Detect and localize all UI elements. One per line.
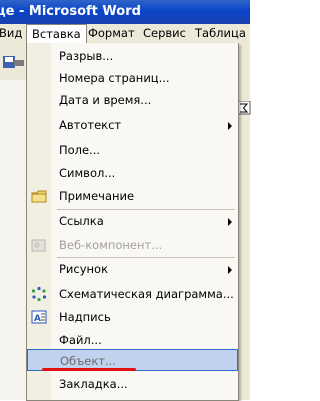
menu-item-label: Ссылка <box>59 214 104 228</box>
red-underline-annotation <box>42 368 136 371</box>
submenu-arrow-icon <box>228 266 232 274</box>
window-title: це - Microsoft Word <box>0 4 141 19</box>
menu-table[interactable]: Таблица <box>190 24 251 43</box>
menu-item-reference[interactable]: Ссылка <box>27 210 238 232</box>
submenu-arrow-icon <box>228 218 232 226</box>
window-title-bar[interactable]: це - Microsoft Word <box>0 0 250 24</box>
menu-insert[interactable]: Вставка <box>26 24 87 44</box>
document-ruler-area <box>0 80 28 400</box>
menu-item-label: Рисунок <box>59 262 109 276</box>
menu-item-label: Разрыв... <box>59 49 114 63</box>
menu-tools[interactable]: Сервис <box>138 24 191 43</box>
menu-item-label: Символ... <box>59 166 116 180</box>
menu-item-label: Номера страниц... <box>59 71 170 85</box>
menu-item-bookmark[interactable]: Закладка... <box>27 373 238 395</box>
menu-item-label: Поле... <box>59 143 101 157</box>
format-icon[interactable] <box>237 101 251 115</box>
menu-item-field[interactable]: Поле... <box>27 139 238 161</box>
menu-item-label: Надпись <box>59 310 111 324</box>
diagram-icon <box>31 286 47 302</box>
textbox-icon: A <box>31 309 47 325</box>
menu-item-file[interactable]: Файл... <box>27 329 238 351</box>
menu-view[interactable]: Вид <box>0 24 27 43</box>
menu-item-autotext[interactable]: Автотекст <box>27 114 238 136</box>
menu-bar: Вид Вставка Формат Сервис Таблица <box>0 24 251 44</box>
insert-menu-dropdown: Разрыв... Номера страниц... Дата и время… <box>26 43 239 401</box>
menu-item-label: Веб-компонент... <box>59 238 163 252</box>
svg-text:A: A <box>34 314 41 324</box>
menu-item-textbox[interactable]: A Надпись <box>27 306 238 328</box>
web-component-icon <box>31 237 47 253</box>
menu-item-comment[interactable]: Примечание <box>27 185 238 207</box>
menu-item-label: Файл... <box>59 333 102 347</box>
menu-item-page-numbers[interactable]: Номера страниц... <box>27 67 238 89</box>
submenu-arrow-icon <box>228 122 232 130</box>
menu-item-label: Примечание <box>59 189 135 203</box>
menu-format[interactable]: Формат <box>83 24 140 43</box>
menu-item-label: Закладка... <box>59 377 128 391</box>
menu-item-label: Автотекст <box>59 118 122 132</box>
comment-icon <box>31 188 47 204</box>
menu-item-diagram[interactable]: Схематическая диаграмма... <box>27 283 238 305</box>
menu-item-break[interactable]: Разрыв... <box>27 45 238 67</box>
menu-item-date-time[interactable]: Дата и время... <box>27 89 238 111</box>
menu-item-label: Схематическая диаграмма... <box>59 287 234 301</box>
menu-item-web-component: Веб-компонент... <box>27 234 238 256</box>
print-icon[interactable] <box>12 55 26 69</box>
menu-item-symbol[interactable]: Символ... <box>27 162 238 184</box>
menu-item-picture[interactable]: Рисунок <box>27 258 238 280</box>
menu-item-label: Дата и время... <box>59 93 152 107</box>
